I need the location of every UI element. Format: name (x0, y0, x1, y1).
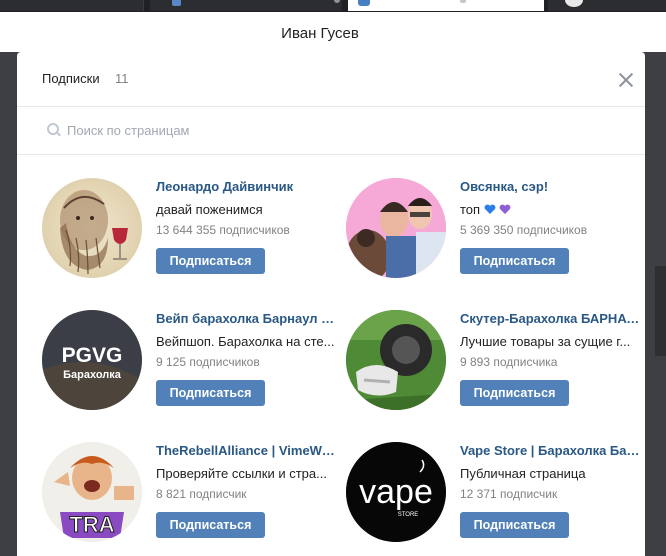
purple-heart-icon (499, 204, 511, 214)
community-avatar[interactable] (346, 178, 446, 278)
pgvg-logo-icon: PGVG Барахолка (42, 310, 142, 410)
community-card: PGVG Барахолка Вейп барахолка Барнаул | … (42, 310, 342, 430)
subscribe-button[interactable]: Подписаться (460, 380, 569, 406)
subscribe-button[interactable]: Подписаться (460, 512, 569, 538)
blue-heart-icon (484, 204, 496, 214)
community-name-link[interactable]: Вейп барахолка Барнаул | ... (156, 311, 336, 326)
community-card: Леонардо Дайвинчик давай поженимся 13 64… (42, 178, 342, 298)
community-description: Вейпшоп. Барахолка на сте... (156, 334, 335, 349)
tab-close-icon[interactable] (334, 0, 340, 3)
community-subscribers: 12 371 подписчик (460, 487, 558, 501)
subscriptions-count: 11 (115, 71, 129, 86)
page-header: Иван Гусев (0, 12, 666, 52)
tab-avatar-icon (565, 0, 583, 7)
community-name-link[interactable]: Леонардо Дайвинчик (156, 179, 336, 194)
community-avatar[interactable] (346, 310, 446, 410)
community-name-link[interactable]: TheRebellAlliance | VimeWo... (156, 443, 336, 458)
community-card: TRA TheRebellAlliance | VimeWo... Провер… (42, 442, 342, 556)
background-overlay (645, 52, 666, 556)
tra-logo-text: TRA (69, 512, 114, 537)
subscriptions-modal: Подписки 11 Леонардо Дайвинчик давай пож… (17, 52, 645, 556)
subscribe-button[interactable]: Подписаться (460, 248, 569, 274)
community-card: Овсянка, сэр! топ 5 369 350 подписчиков … (346, 178, 645, 298)
browser-tab-strip (0, 0, 666, 12)
community-avatar[interactable]: PGVG Барахолка (42, 310, 142, 410)
vape-logo-text: vape (359, 473, 433, 511)
browser-tab[interactable] (548, 0, 666, 11)
pgvg-logo-text: PGVG (62, 344, 123, 367)
pgvg-logo-subtext: Барахолка (63, 369, 122, 381)
modal-header: Подписки 11 (17, 52, 645, 107)
community-card: vape STORE Vape Store | Барахолка Бар...… (346, 442, 645, 556)
community-subscribers: 13 644 355 подписчиков (156, 223, 290, 237)
community-description: Публичная страница (460, 466, 586, 481)
scooter-photo-icon (346, 310, 446, 410)
community-description-text: топ (460, 202, 481, 217)
community-avatar[interactable] (42, 178, 142, 278)
community-description: Проверяйте ссылки и стра... (156, 466, 327, 481)
community-description: давай поженимся (156, 202, 263, 217)
background-overlay (0, 52, 17, 556)
tab-title-fragment (460, 0, 466, 3)
close-icon[interactable] (617, 71, 635, 89)
page-user-name[interactable]: Иван Гусев (0, 25, 640, 42)
community-subscribers: 8 821 подписчик (156, 487, 247, 501)
modal-title: Подписки (42, 71, 100, 86)
browser-tab[interactable] (0, 0, 144, 11)
community-subscribers: 5 369 350 подписчиков (460, 223, 588, 237)
community-subscribers: 9 893 подписчика (460, 355, 558, 369)
group-photo-icon (346, 178, 446, 278)
community-name-link[interactable]: Vape Store | Барахолка Бар... (460, 443, 640, 458)
subscribe-button[interactable]: Подписаться (156, 380, 265, 406)
community-description: топ (460, 202, 640, 217)
community-name-link[interactable]: Овсянка, сэр! (460, 179, 640, 194)
subscribe-button[interactable]: Подписаться (156, 248, 265, 274)
search-input[interactable] (67, 119, 617, 141)
tab-favicon-icon (172, 0, 181, 6)
community-subscribers: 9 125 подписчиков (156, 355, 260, 369)
community-avatar[interactable]: TRA (42, 442, 142, 542)
tab-favicon-icon (358, 0, 370, 6)
leonardo-portrait-icon (60, 190, 128, 275)
community-name-link[interactable]: Скутер-Барахолка БАРНАУ... (460, 311, 640, 326)
vape-logo-subtext: STORE (398, 512, 419, 518)
vape-store-logo-icon: vape STORE (346, 442, 446, 542)
tra-logo-icon: TRA (42, 442, 142, 542)
community-avatar[interactable]: vape STORE (346, 442, 446, 542)
search-bar (17, 107, 645, 155)
browser-tab[interactable] (150, 0, 342, 11)
background-decoration (655, 266, 666, 356)
subscribe-button[interactable]: Подписаться (156, 512, 265, 538)
community-description: Лучшие товары за сущие г... (460, 334, 631, 349)
browser-tab-active[interactable] (348, 0, 544, 11)
search-icon (47, 123, 59, 135)
community-card: Скутер-Барахолка БАРНАУ... Лучшие товары… (346, 310, 645, 430)
